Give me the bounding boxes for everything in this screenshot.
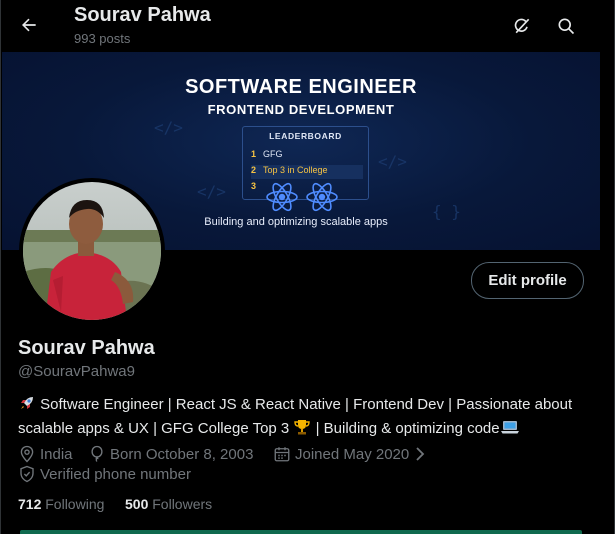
followers-label: Followers: [152, 496, 213, 512]
code-decoration: </>: [154, 118, 183, 137]
chevron-right-icon[interactable]: [413, 446, 427, 462]
search-button[interactable]: [554, 14, 578, 38]
top-bar: Sourav Pahwa 993 posts: [0, 0, 615, 52]
followers-count: 500: [125, 496, 149, 512]
profile-name: Sourav Pahwa: [18, 337, 155, 359]
search-icon: [558, 18, 575, 35]
birthday-balloon-icon: [91, 445, 103, 462]
left-border: [0, 0, 1, 534]
react-logo-icon: [266, 182, 338, 212]
followers-link[interactable]: 500 Followers: [125, 496, 212, 512]
leaderboard-row: 1 GFG: [251, 149, 283, 159]
birthday-text: Born October 8, 2003: [110, 445, 254, 463]
verified-phone: Verified phone number: [18, 465, 191, 483]
code-decoration: </>: [197, 182, 226, 201]
banner-title: SOFTWARE ENGINEER: [185, 76, 417, 98]
verified-shield-icon: [20, 465, 34, 483]
birthday: Born October 8, 2003: [88, 445, 253, 463]
following-count: 712: [18, 496, 42, 512]
bottom-banner-edge: [20, 530, 582, 534]
bio-line-2-end: | Building & optimizing code: [315, 420, 500, 437]
profile-bio: Software Engineer | React JS & React Nat…: [18, 394, 588, 442]
bio-line-1: Software Engineer | React JS & React Nat…: [40, 396, 573, 413]
following-link[interactable]: 712 Following: [18, 496, 104, 512]
joined-date: Joined May 2020: [273, 445, 431, 463]
code-decoration: </>: [378, 152, 407, 171]
verified-text: Verified phone number: [40, 465, 191, 483]
location-pin-icon: [20, 445, 34, 463]
following-label: Following: [45, 496, 105, 512]
leaderboard-title: LEADERBOARD: [269, 131, 342, 141]
grok-button[interactable]: [510, 14, 534, 38]
location: India: [18, 445, 73, 463]
rocket-emoji: [18, 394, 36, 418]
header-title: Sourav Pahwa: [74, 4, 211, 26]
grok-icon: [514, 18, 530, 34]
post-count: 993 posts: [74, 31, 131, 46]
back-arrow-icon: [22, 18, 36, 32]
edit-profile-button[interactable]: Edit profile: [471, 262, 584, 299]
leaderboard-row: 2 Top 3 in College: [251, 165, 363, 179]
laptop-emoji: [500, 418, 520, 442]
back-button[interactable]: [16, 12, 42, 38]
avatar[interactable]: [19, 178, 165, 324]
bio-line-2: scalable apps & UX | GFG College Top 3: [18, 420, 290, 437]
joined-text: Joined May 2020: [295, 445, 410, 463]
trophy-emoji: [293, 418, 311, 442]
profile-handle: @SouravPahwa9: [18, 363, 135, 380]
location-text: India: [40, 445, 73, 463]
profile-photo: [23, 182, 161, 320]
calendar-icon: [274, 447, 290, 462]
banner-subtitle: FRONTEND DEVELOPMENT: [207, 102, 395, 117]
